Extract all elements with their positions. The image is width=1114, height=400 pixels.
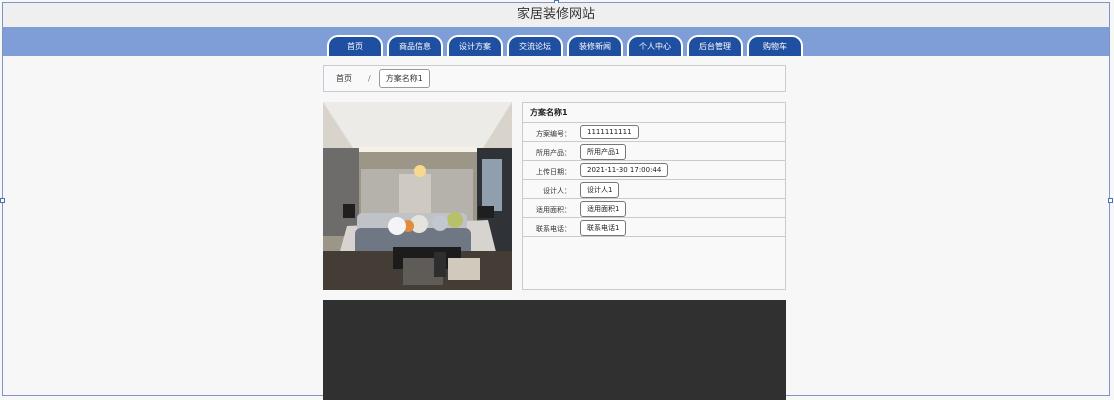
field-value: 所用产品1	[580, 144, 627, 160]
tab-home[interactable]: 首页	[327, 35, 383, 56]
field-plan-number: 方案编号： 1111111111	[523, 123, 785, 142]
field-label: 上传日期：	[536, 168, 571, 176]
resize-handle-right[interactable]	[1108, 198, 1113, 203]
tab-forum[interactable]: 交流论坛	[507, 35, 563, 56]
field-applicable-area: 适用面积： 适用面积1	[523, 199, 785, 218]
living-room-image	[323, 102, 512, 290]
field-upload-date: 上传日期： 2021-11-30 17:00:44	[523, 161, 785, 180]
field-contact-phone: 联系电话： 联系电话1	[523, 218, 785, 237]
breadcrumb-separator: /	[368, 74, 371, 83]
design-plan-info: 方案名称1 方案编号： 1111111111 所用产品： 所用产品1 上传日期：…	[522, 102, 786, 290]
breadcrumb-home[interactable]: 首页	[336, 73, 352, 84]
site-title: 家居装修网站	[516, 7, 595, 22]
tab-personal-center[interactable]: 个人中心	[627, 35, 683, 56]
content-panel	[323, 300, 786, 400]
plan-title: 方案名称1	[523, 103, 785, 123]
design-plan-photo	[323, 102, 512, 290]
field-designer: 设计人： 设计人1	[523, 180, 785, 199]
field-value: 适用面积1	[580, 201, 627, 217]
tab-design-plans[interactable]: 设计方案	[447, 35, 503, 56]
resize-handle-left[interactable]	[0, 198, 5, 203]
breadcrumb: 首页 / 方案名称1	[323, 65, 786, 92]
main-nav: 首页 商品信息 设计方案 交流论坛 装修新闻 个人中心 后台管理 购物车	[3, 27, 1109, 56]
nav-tabs: 首页 商品信息 设计方案 交流论坛 装修新闻 个人中心 后台管理 购物车	[327, 35, 803, 56]
tab-products[interactable]: 商品信息	[387, 35, 443, 56]
field-used-products: 所用产品： 所用产品1	[523, 142, 785, 161]
field-value: 2021-11-30 17:00:44	[580, 163, 669, 177]
field-value: 设计人1	[580, 182, 620, 198]
field-label: 适用面积：	[536, 206, 571, 214]
field-label: 设计人：	[543, 187, 571, 195]
field-label: 所用产品：	[536, 149, 571, 157]
field-value: 1111111111	[580, 125, 639, 139]
breadcrumb-current: 方案名称1	[378, 69, 430, 88]
field-label: 方案编号：	[536, 130, 571, 138]
field-label: 联系电话：	[536, 225, 571, 233]
tab-news[interactable]: 装修新闻	[567, 35, 623, 56]
field-value: 联系电话1	[580, 220, 627, 236]
site-header: 家居装修网站	[3, 3, 1109, 27]
tab-cart[interactable]: 购物车	[747, 35, 803, 56]
tab-admin[interactable]: 后台管理	[687, 35, 743, 56]
